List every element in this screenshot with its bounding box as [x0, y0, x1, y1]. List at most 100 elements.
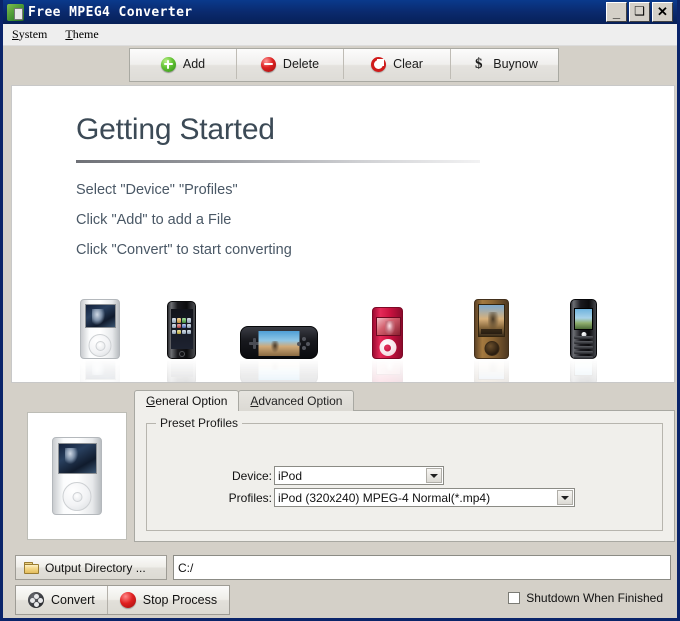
psp-icon — [240, 326, 318, 359]
step-3-text: Click "Convert" to start converting — [76, 242, 292, 258]
blackberry-pearl-icon — [570, 299, 597, 359]
page-title: Getting Started — [76, 113, 275, 146]
folder-icon — [24, 561, 39, 574]
stop-process-button-label: Stop Process — [142, 593, 218, 607]
maximize-icon: ❑ — [634, 4, 645, 18]
device-ipod-nano — [372, 307, 403, 382]
profiles-select[interactable]: iPod (320x240) MPEG-4 Normal(*.mp4) — [274, 488, 575, 507]
clear-button-label: Clear — [393, 57, 423, 71]
tab-general-option[interactable]: General Option — [134, 390, 240, 411]
preview-clickwheel — [62, 482, 92, 511]
output-directory-path: C:/ — [178, 560, 194, 575]
tab-advanced-option-label: dvanced Option — [258, 394, 343, 408]
output-directory-input[interactable]: C:/ — [173, 555, 671, 580]
add-button-label: Add — [182, 57, 206, 71]
iphone-app-grid — [172, 318, 191, 335]
preset-profiles-title: Preset Profiles — [156, 416, 243, 430]
maximize-button[interactable]: ❑ — [629, 2, 650, 22]
step-1-text: Select "Device" "Profiles" — [76, 182, 238, 198]
iphone-home-button-icon — [178, 350, 185, 357]
preset-profiles-group: Preset Profiles Device: iPod Profiles: i… — [146, 416, 663, 531]
close-icon: ✕ — [657, 4, 668, 19]
options-tab-bar: General Option Advanced Option — [134, 390, 355, 411]
supported-devices-strip — [12, 276, 674, 382]
device-select-value: iPod — [278, 468, 303, 483]
psp-reflection — [240, 359, 318, 382]
menu-item-system[interactable]: System — [3, 25, 56, 44]
chevron-down-icon[interactable] — [557, 490, 573, 505]
menu-item-theme[interactable]: Theme — [56, 25, 107, 44]
device-label: Device: — [231, 468, 272, 483]
menu-item-system-label: ystem — [18, 27, 48, 41]
device-zune — [474, 299, 509, 382]
device-field-row: Device: iPod — [147, 466, 662, 485]
close-button[interactable]: ✕ — [652, 2, 673, 22]
convert-button[interactable]: Convert — [16, 586, 108, 614]
ipod-classic-preview-icon — [52, 437, 102, 515]
toolbar: Add Delete Clear $ Buynow — [129, 48, 559, 82]
preview-screen — [58, 443, 97, 474]
device-iphone — [167, 301, 196, 382]
step-2-text: Click "Add" to add a File — [76, 212, 232, 228]
ipod-classic-screen — [85, 304, 116, 328]
stop-circle-icon — [119, 592, 136, 608]
app-icon — [7, 3, 24, 21]
delete-circle-icon — [260, 56, 276, 72]
ipod-classic-reflection — [80, 359, 120, 382]
clear-button[interactable]: Clear — [344, 49, 451, 79]
application-window: Free MPEG4 Converter _ ❑ ✕ System Theme … — [0, 0, 680, 621]
buynow-button[interactable]: $ Buynow — [451, 49, 558, 79]
delete-button[interactable]: Delete — [237, 49, 344, 79]
window-title: Free MPEG4 Converter — [28, 4, 193, 20]
iphone-reflection — [167, 359, 196, 382]
add-button[interactable]: Add — [130, 49, 237, 79]
tab-advanced-option[interactable]: Advanced Option — [238, 390, 355, 411]
device-select[interactable]: iPod — [274, 466, 444, 485]
clear-circle-icon — [371, 56, 387, 72]
ipod-nano-screen — [376, 317, 401, 336]
blackberry-keypad-icon — [574, 336, 593, 361]
menu-bar: System Theme — [3, 24, 677, 46]
menu-item-theme-label: heme — [72, 27, 99, 41]
title-divider — [76, 160, 480, 163]
blackberry-screen — [574, 308, 593, 330]
checkbox-icon[interactable] — [508, 592, 521, 604]
output-directory-label: Output Directory ... — [45, 560, 146, 575]
film-reel-icon — [28, 592, 44, 608]
stop-process-button[interactable]: Stop Process — [108, 586, 229, 614]
device-blackberry — [570, 299, 597, 382]
output-directory-button[interactable]: Output Directory ... — [15, 555, 167, 580]
ipod-classic-clickwheel — [88, 334, 112, 357]
blackberry-reflection — [570, 359, 597, 382]
iphone-icon — [167, 301, 196, 359]
title-bar: Free MPEG4 Converter _ ❑ ✕ — [3, 0, 677, 24]
window-controls: _ ❑ ✕ — [606, 2, 675, 22]
action-bar: Convert Stop Process — [15, 585, 231, 615]
zune-control-pad — [484, 341, 499, 356]
tab-general-option-label: eneral Option — [155, 394, 228, 408]
device-psp — [240, 326, 318, 382]
minimize-icon: _ — [612, 5, 621, 20]
minimize-button[interactable]: _ — [606, 2, 627, 22]
ipod-nano-clickwheel — [379, 339, 396, 356]
device-ipod-classic — [80, 299, 120, 382]
dollar-icon: $ — [475, 55, 483, 72]
delete-button-label: Delete — [282, 57, 320, 71]
zune-reflection — [474, 359, 509, 382]
general-option-panel: Preset Profiles Device: iPod Profiles: i… — [134, 410, 675, 542]
add-circle-icon — [160, 56, 176, 72]
convert-button-label: Convert — [51, 593, 95, 607]
profiles-select-value: iPod (320x240) MPEG-4 Normal(*.mp4) — [278, 490, 491, 505]
ipod-nano-reflection — [372, 359, 403, 382]
shutdown-when-finished-checkbox[interactable]: Shutdown When Finished — [508, 591, 663, 605]
psp-face-buttons-icon — [297, 337, 310, 350]
preview-thumbnail — [27, 412, 127, 540]
zune-screen — [478, 304, 505, 337]
profiles-field-row: Profiles: iPod (320x240) MPEG-4 Normal(*… — [147, 488, 662, 507]
ipod-nano-icon — [372, 307, 403, 359]
profiles-label: Profiles: — [228, 490, 272, 505]
zune-icon — [474, 299, 509, 359]
ipod-classic-icon — [80, 299, 120, 359]
chevron-down-icon[interactable] — [426, 468, 442, 483]
psp-screen — [258, 331, 300, 356]
